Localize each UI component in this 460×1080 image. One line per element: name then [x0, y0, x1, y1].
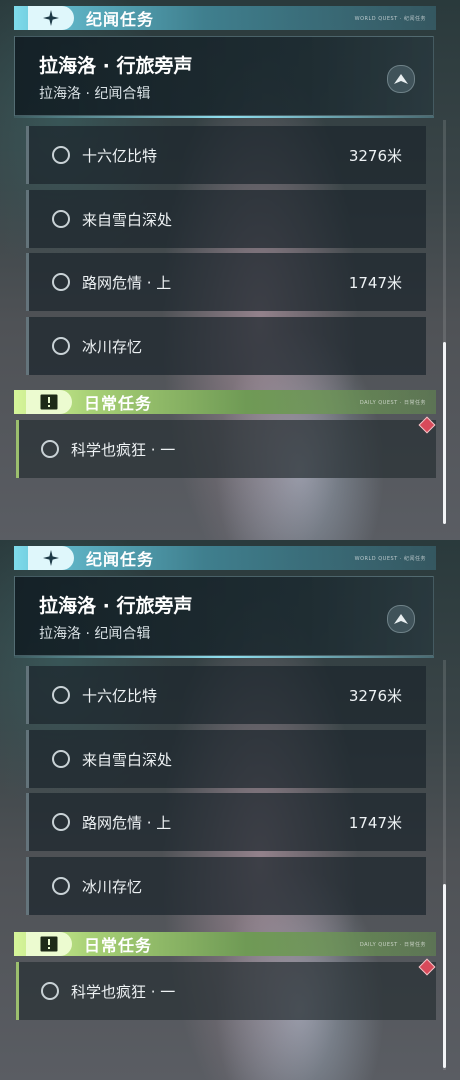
quest-task-item[interactable]: 十六亿比特 3276米: [26, 666, 426, 724]
exclamation-icon: [26, 932, 72, 956]
task-label: 科学也疯狂 · 一: [71, 440, 176, 459]
task-label: 十六亿比特: [82, 146, 158, 165]
main-quest-card[interactable]: 拉海洛 · 行旅旁声 拉海洛 · 纪闻合辑: [14, 576, 434, 658]
quest-subtitle: 拉海洛 · 纪闻合辑: [39, 626, 151, 642]
task-distance: 1747米: [348, 273, 402, 292]
task-label: 路网危情 · 上: [82, 273, 172, 292]
circle-icon: [52, 686, 70, 704]
task-label: 冰川存忆: [82, 877, 143, 896]
navigate-arrow-icon[interactable]: [387, 605, 415, 633]
task-label: 十六亿比特: [82, 686, 158, 705]
circle-icon: [52, 210, 70, 228]
quest-title: 拉海洛 · 行旅旁声: [39, 55, 193, 77]
main-quest-card[interactable]: 拉海洛 · 行旅旁声 拉海洛 · 纪闻合辑: [14, 36, 434, 118]
quest-task-item[interactable]: 来自雪白深处: [26, 190, 426, 248]
quest-task-item[interactable]: 冰川存忆: [26, 317, 426, 375]
quest-tracker-panel: 纪闻任务 WORLD QUEST · 纪闻任务 拉海洛 · 行旅旁声 拉海洛 ·…: [0, 0, 460, 540]
circle-icon: [52, 273, 70, 291]
quest-task-item[interactable]: 冰川存忆: [26, 857, 426, 915]
sparkle-icon: [28, 546, 74, 570]
daily-quest-section-header[interactable]: 日常任务 DAILY QUEST · 日常任务: [14, 390, 436, 414]
sparkle-icon: [28, 6, 74, 30]
quest-tracker-panel: 纪闻任务 WORLD QUEST · 纪闻任务 拉海洛 · 行旅旁声 拉海洛 ·…: [0, 540, 460, 1080]
section-title: 日常任务: [84, 936, 153, 955]
circle-icon: [41, 440, 59, 458]
task-label: 来自雪白深处: [82, 210, 173, 229]
daily-task-item[interactable]: 科学也疯狂 · 一: [16, 962, 436, 1020]
section-decoration-text: WORLD QUEST · 纪闻任务: [354, 555, 426, 562]
circle-icon: [52, 337, 70, 355]
circle-icon: [52, 146, 70, 164]
section-decoration-text: DAILY QUEST · 日常任务: [359, 941, 426, 948]
task-label: 来自雪白深处: [82, 750, 173, 769]
quest-subtitle: 拉海洛 · 纪闻合辑: [39, 86, 151, 102]
circle-icon: [41, 982, 59, 1000]
task-distance: 3276米: [348, 686, 402, 705]
quest-title: 拉海洛 · 行旅旁声: [39, 595, 193, 617]
section-decoration-text: WORLD QUEST · 纪闻任务: [354, 15, 426, 22]
daily-quest-section-header[interactable]: 日常任务 DAILY QUEST · 日常任务: [14, 932, 436, 956]
quest-task-item[interactable]: 十六亿比特 3276米: [26, 126, 426, 184]
navigate-arrow-icon[interactable]: [387, 65, 415, 93]
scrollbar-thumb[interactable]: [443, 884, 446, 1068]
task-label: 路网危情 · 上: [82, 813, 172, 832]
task-distance: 3276米: [348, 146, 402, 165]
circle-icon: [52, 813, 70, 831]
section-title: 纪闻任务: [86, 10, 155, 29]
circle-icon: [52, 877, 70, 895]
task-label: 冰川存忆: [82, 337, 143, 356]
task-label: 科学也疯狂 · 一: [71, 982, 176, 1001]
quest-task-item[interactable]: 来自雪白深处: [26, 730, 426, 788]
section-title: 日常任务: [84, 394, 153, 413]
section-decoration-text: DAILY QUEST · 日常任务: [359, 399, 426, 406]
world-quest-section-header[interactable]: 纪闻任务 WORLD QUEST · 纪闻任务: [14, 546, 436, 570]
quest-task-item[interactable]: 路网危情 · 上 1747米: [26, 253, 426, 311]
quest-task-item[interactable]: 路网危情 · 上 1747米: [26, 793, 426, 851]
task-distance: 1747米: [348, 813, 402, 832]
daily-task-item[interactable]: 科学也疯狂 · 一: [16, 420, 436, 478]
world-quest-section-header[interactable]: 纪闻任务 WORLD QUEST · 纪闻任务: [14, 6, 436, 30]
scrollbar-thumb[interactable]: [443, 342, 446, 524]
exclamation-icon: [26, 390, 72, 414]
section-title: 纪闻任务: [86, 550, 155, 569]
circle-icon: [52, 750, 70, 768]
